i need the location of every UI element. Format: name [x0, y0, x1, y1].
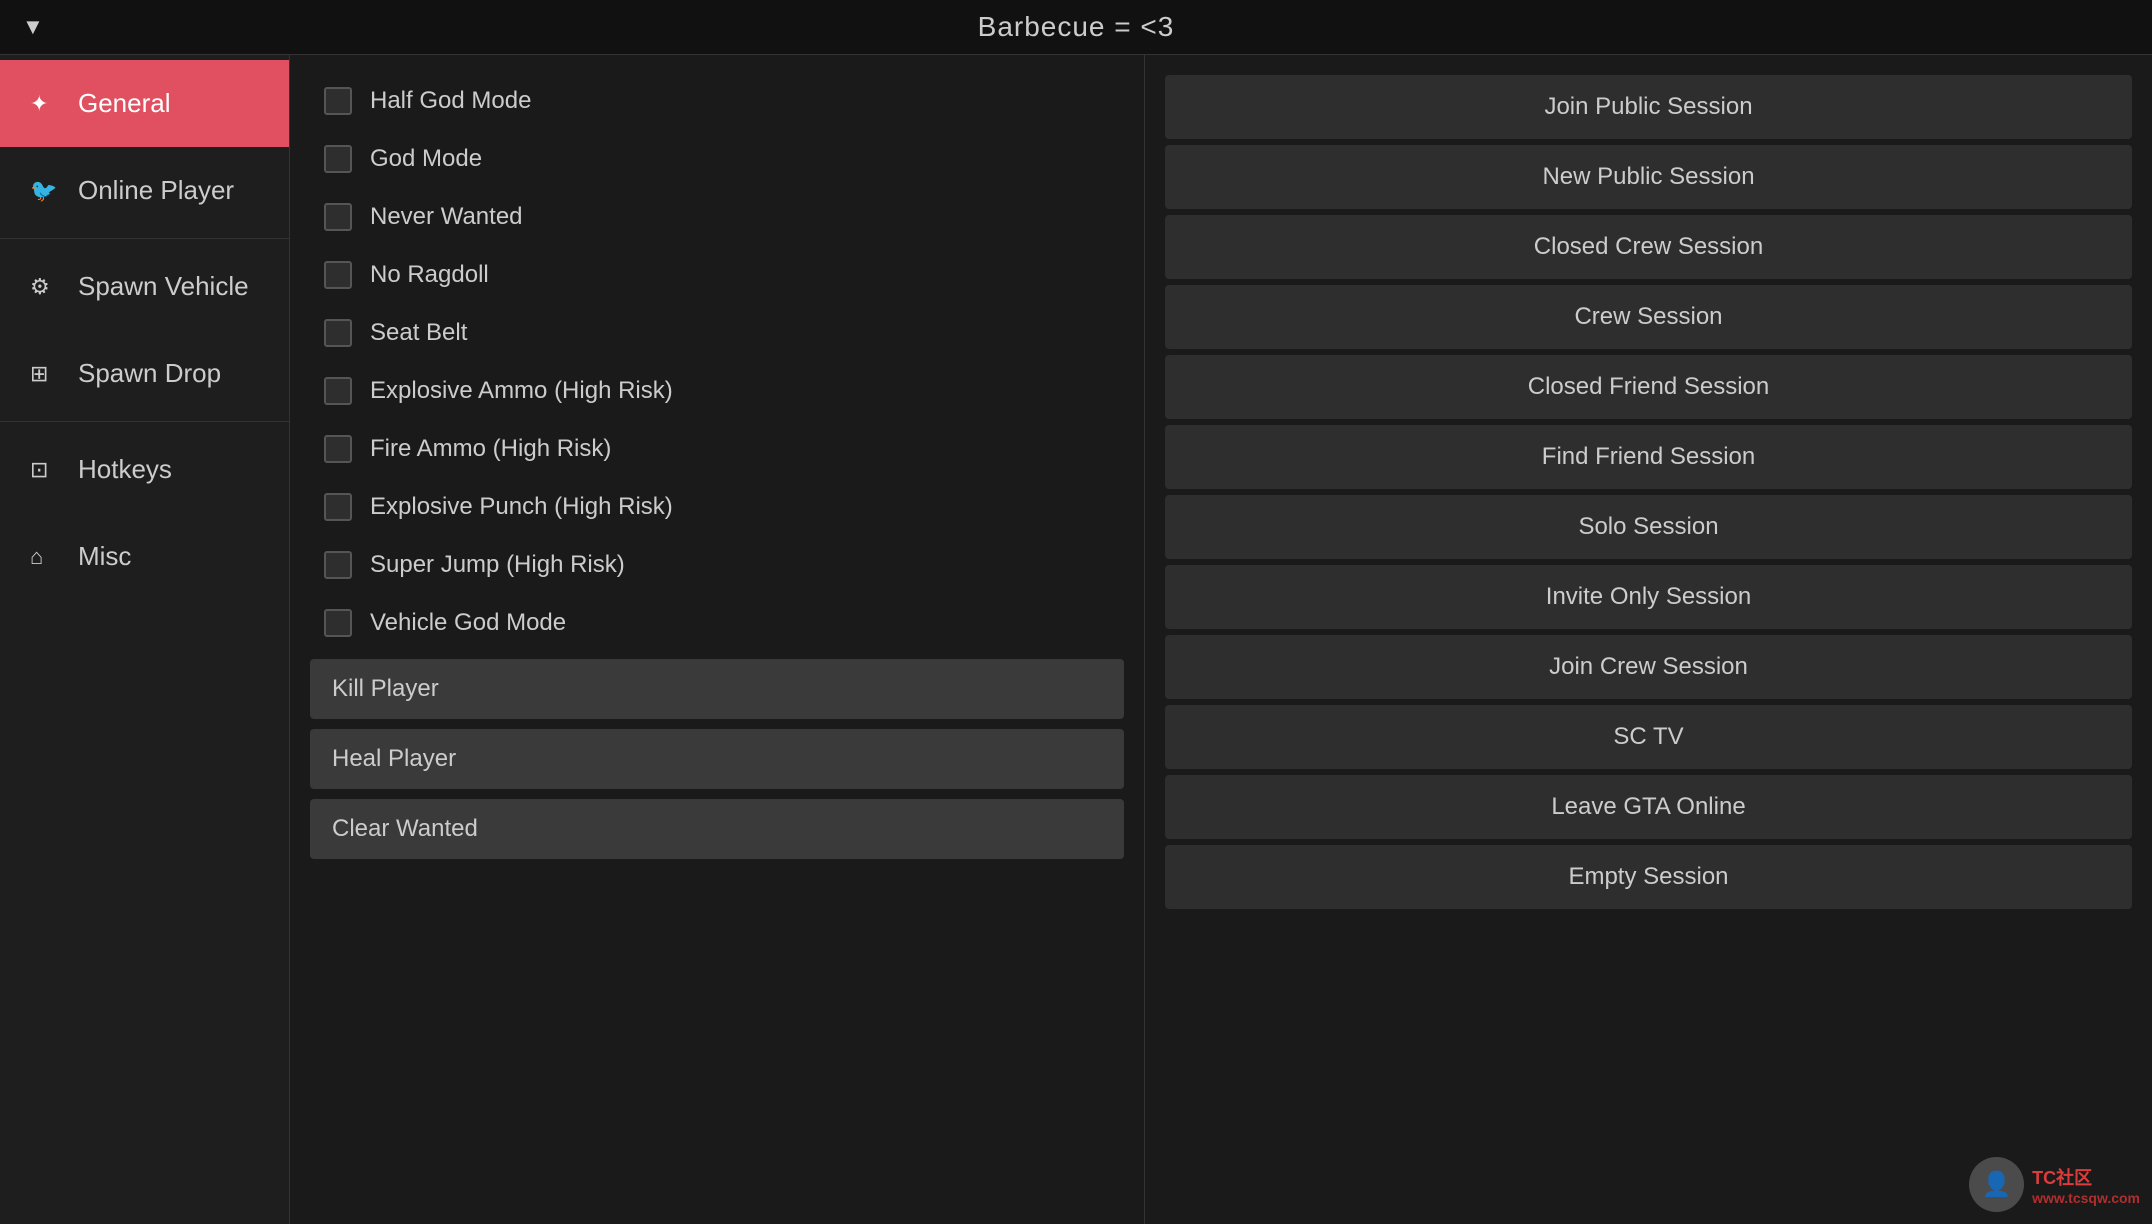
toggle-checkbox[interactable] — [324, 377, 352, 405]
action-button-heal-player[interactable]: Heal Player — [310, 729, 1124, 789]
session-button-closed-friend-session[interactable]: Closed Friend Session — [1165, 355, 2132, 419]
top-bar: ▼ Barbecue = <3 — [0, 0, 2152, 55]
toggle-checkbox[interactable] — [324, 609, 352, 637]
session-button-find-friend-session[interactable]: Find Friend Session — [1165, 425, 2132, 489]
sidebar-item-label-spawn-vehicle: Spawn Vehicle — [78, 271, 249, 302]
sidebar-divider — [0, 421, 289, 422]
toggle-checkbox[interactable] — [324, 203, 352, 231]
session-button-join-crew-session[interactable]: Join Crew Session — [1165, 635, 2132, 699]
watermark-avatar: 👤 — [1969, 1157, 2024, 1212]
toggle-row[interactable]: Vehicle God Mode — [310, 597, 1124, 649]
toggle-checkbox[interactable] — [324, 551, 352, 579]
session-button-solo-session[interactable]: Solo Session — [1165, 495, 2132, 559]
bird-icon: 🐦 — [30, 178, 60, 204]
toggle-label: Vehicle God Mode — [370, 609, 566, 637]
sidebar-item-label-hotkeys: Hotkeys — [78, 454, 172, 485]
watermark-url: www.tcsqw.com — [2032, 1190, 2140, 1206]
toggle-row[interactable]: No Ragdoll — [310, 249, 1124, 301]
session-button-sc-tv[interactable]: SC TV — [1165, 705, 2132, 769]
session-button-empty-session[interactable]: Empty Session — [1165, 845, 2132, 909]
misc-icon: ⌂ — [30, 544, 60, 570]
right-panel: Join Public SessionNew Public SessionClo… — [1145, 55, 2152, 1224]
action-button-clear-wanted[interactable]: Clear Wanted — [310, 799, 1124, 859]
sidebar-divider — [0, 238, 289, 239]
toggle-checkbox[interactable] — [324, 261, 352, 289]
watermark: 👤 TC社区 www.tcsqw.com — [1969, 1157, 2140, 1212]
toggle-checkbox[interactable] — [324, 87, 352, 115]
toggle-row[interactable]: Never Wanted — [310, 191, 1124, 243]
sidebar-item-general[interactable]: ✦ General — [0, 60, 289, 147]
toggle-checkbox[interactable] — [324, 493, 352, 521]
gear-icon: ⚙ — [30, 274, 60, 300]
action-button-kill-player[interactable]: Kill Player — [310, 659, 1124, 719]
toggle-row[interactable]: Half God Mode — [310, 75, 1124, 127]
box-icon: ⊞ — [30, 361, 60, 387]
content-area: Half God Mode God Mode Never Wanted No Ragd… — [290, 55, 2152, 1224]
session-button-crew-session[interactable]: Crew Session — [1165, 285, 2132, 349]
toggle-row[interactable]: Super Jump (High Risk) — [310, 539, 1124, 591]
toggle-label: Never Wanted — [370, 203, 523, 231]
toggle-row[interactable]: Explosive Punch (High Risk) — [310, 481, 1124, 533]
session-button-closed-crew-session[interactable]: Closed Crew Session — [1165, 215, 2132, 279]
sidebar-item-label-general: General — [78, 88, 171, 119]
sidebar-item-spawn-vehicle[interactable]: ⚙ Spawn Vehicle — [0, 243, 289, 330]
toggle-row[interactable]: Explosive Ammo (High Risk) — [310, 365, 1124, 417]
session-button-leave-gta-online[interactable]: Leave GTA Online — [1165, 775, 2132, 839]
toggle-label: Half God Mode — [370, 87, 531, 115]
sidebar-item-online-player[interactable]: 🐦 Online Player — [0, 147, 289, 234]
toggle-label: Super Jump (High Risk) — [370, 551, 625, 579]
toggle-row[interactable]: Fire Ammo (High Risk) — [310, 423, 1124, 475]
app-title: Barbecue = <3 — [978, 11, 1175, 43]
toggle-label: No Ragdoll — [370, 261, 489, 289]
sidebar-item-spawn-drop[interactable]: ⊞ Spawn Drop — [0, 330, 289, 417]
sidebar-item-misc[interactable]: ⌂ Misc — [0, 513, 289, 600]
toggle-label: God Mode — [370, 145, 482, 173]
session-button-join-public-session[interactable]: Join Public Session — [1165, 75, 2132, 139]
menu-arrow-icon[interactable]: ▼ — [22, 14, 44, 40]
sidebar-item-label-spawn-drop: Spawn Drop — [78, 358, 221, 389]
sidebar-item-label-online-player: Online Player — [78, 175, 234, 206]
main-container: ✦ General 🐦 Online Player ⚙ Spawn Vehicle ⊞ Spa… — [0, 55, 2152, 1224]
watermark-site: TC社区 — [2032, 1164, 2140, 1190]
left-panel: Half God Mode God Mode Never Wanted No Ragd… — [290, 55, 1145, 1224]
toggle-label: Explosive Punch (High Risk) — [370, 493, 673, 521]
toggle-checkbox[interactable] — [324, 145, 352, 173]
session-button-new-public-session[interactable]: New Public Session — [1165, 145, 2132, 209]
toggle-checkbox[interactable] — [324, 435, 352, 463]
hotkeys-icon: ⊡ — [30, 457, 60, 483]
sidebar: ✦ General 🐦 Online Player ⚙ Spawn Vehicle ⊞ Spa… — [0, 55, 290, 1224]
toggle-label: Explosive Ammo (High Risk) — [370, 377, 673, 405]
toggle-checkbox[interactable] — [324, 319, 352, 347]
toggle-label: Seat Belt — [370, 319, 467, 347]
toggle-row[interactable]: God Mode — [310, 133, 1124, 185]
sidebar-item-label-misc: Misc — [78, 541, 131, 572]
toggle-row[interactable]: Seat Belt — [310, 307, 1124, 359]
gear-icon: ✦ — [30, 91, 60, 117]
toggle-label: Fire Ammo (High Risk) — [370, 435, 611, 463]
session-button-invite-only-session[interactable]: Invite Only Session — [1165, 565, 2132, 629]
sidebar-item-hotkeys[interactable]: ⊡ Hotkeys — [0, 426, 289, 513]
